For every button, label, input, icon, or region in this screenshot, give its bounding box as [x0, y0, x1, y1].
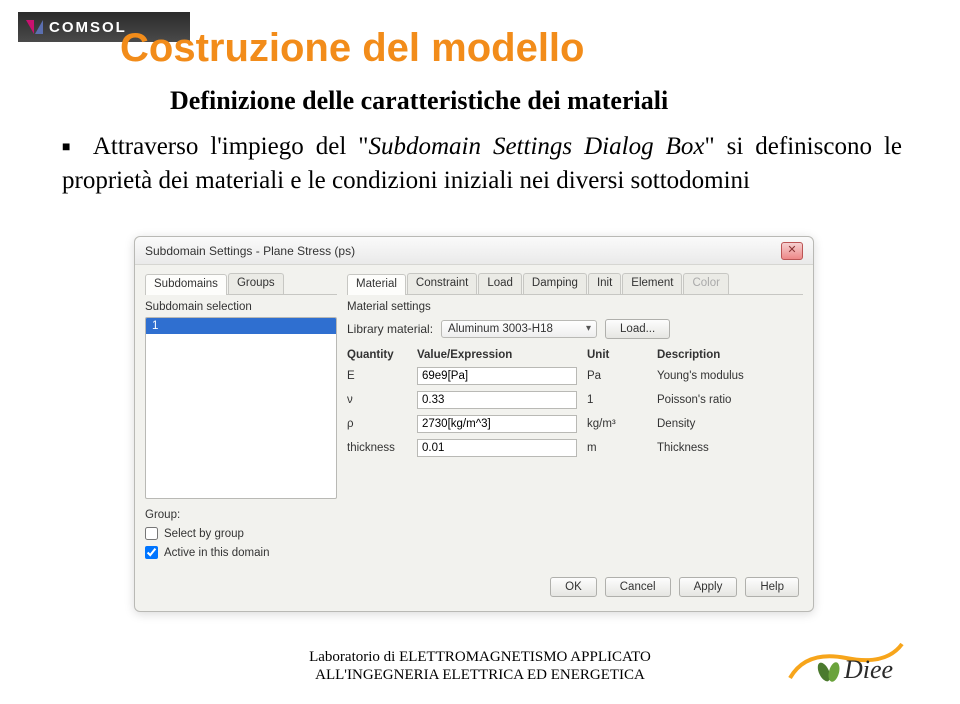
unit-label: Pa	[587, 370, 647, 382]
quantity-label: E	[347, 370, 407, 382]
dialog-button-row: OK Cancel Apply Help	[135, 567, 813, 611]
material-settings-label: Material settings	[347, 301, 803, 313]
value-input[interactable]	[417, 367, 577, 385]
active-in-domain-label: Active in this domain	[164, 547, 269, 559]
logo-triangles-icon	[26, 20, 43, 34]
active-in-domain-checkbox[interactable]: Active in this domain	[145, 546, 337, 559]
cancel-button[interactable]: Cancel	[605, 577, 671, 597]
left-tabs: SubdomainsGroups	[145, 273, 337, 295]
list-item[interactable]: 1	[146, 318, 336, 334]
select-by-group-checkbox[interactable]: Select by group	[145, 527, 337, 540]
description-label: Young's modulus	[657, 370, 803, 382]
value-input[interactable]	[417, 439, 577, 457]
quantity-label: ν	[347, 394, 407, 406]
subdomain-list[interactable]: 1	[145, 317, 337, 499]
right-tab-element[interactable]: Element	[622, 273, 682, 294]
right-tab-init[interactable]: Init	[588, 273, 621, 294]
close-icon[interactable]: ✕	[781, 242, 803, 260]
right-tab-load[interactable]: Load	[478, 273, 522, 294]
dialog-title: Subdomain Settings - Plane Stress (ps)	[145, 244, 355, 258]
diee-logo: Diee	[786, 638, 906, 690]
column-header: Description	[657, 349, 803, 361]
apply-button[interactable]: Apply	[679, 577, 738, 597]
page-title: Costruzione del modello	[120, 26, 584, 71]
subdomain-selection-label: Subdomain selection	[145, 301, 337, 313]
description-label: Density	[657, 418, 803, 430]
desc-emph: Subdomain Settings Dialog Box	[368, 133, 704, 160]
left-tab-subdomains[interactable]: Subdomains	[145, 274, 227, 295]
unit-label: 1	[587, 394, 647, 406]
load-button[interactable]: Load...	[605, 319, 670, 339]
library-material-label: Library material:	[347, 322, 433, 336]
column-header: Quantity	[347, 349, 407, 361]
material-fields-grid: Quantity Value/Expression Unit Description E…	[347, 349, 803, 457]
unit-label: kg/m³	[587, 418, 647, 430]
desc-pre: Attraverso l'impiego del "	[93, 133, 369, 160]
select-by-group-label: Select by group	[164, 528, 244, 540]
value-input[interactable]	[417, 415, 577, 433]
page-subtitle: Definizione delle caratteristiche dei ma…	[170, 86, 668, 116]
ok-button[interactable]: OK	[550, 577, 597, 597]
select-by-group-input[interactable]	[145, 527, 158, 540]
active-in-domain-input[interactable]	[145, 546, 158, 559]
right-tab-damping[interactable]: Damping	[523, 273, 587, 294]
right-tab-color: Color	[683, 273, 728, 294]
bullet-icon: ■	[62, 140, 82, 155]
group-label: Group:	[145, 509, 180, 521]
description-label: Poisson's ratio	[657, 394, 803, 406]
quantity-label: ρ	[347, 418, 407, 430]
help-button[interactable]: Help	[745, 577, 799, 597]
unit-label: m	[587, 442, 647, 454]
comsol-logo-text: COMSOL	[49, 19, 127, 36]
column-header: Value/Expression	[417, 349, 577, 361]
right-tab-constraint[interactable]: Constraint	[407, 273, 477, 294]
right-tabs: MaterialConstraintLoadDampingInitElement…	[347, 273, 803, 295]
subdomain-settings-dialog: Subdomain Settings - Plane Stress (ps) ✕…	[134, 236, 814, 612]
svg-text:Diee: Diee	[843, 655, 893, 684]
quantity-label: thickness	[347, 442, 407, 454]
value-input[interactable]	[417, 391, 577, 409]
description-text: ■ Attraverso l'impiego del "Subdomain Se…	[62, 130, 902, 198]
library-material-value: Aluminum 3003-H18	[448, 323, 553, 335]
dialog-titlebar[interactable]: Subdomain Settings - Plane Stress (ps) ✕	[135, 237, 813, 265]
left-tab-groups[interactable]: Groups	[228, 273, 284, 294]
right-tab-material[interactable]: Material	[347, 274, 406, 295]
column-header: Unit	[587, 349, 647, 361]
description-label: Thickness	[657, 442, 803, 454]
library-material-select[interactable]: Aluminum 3003-H18	[441, 320, 597, 338]
